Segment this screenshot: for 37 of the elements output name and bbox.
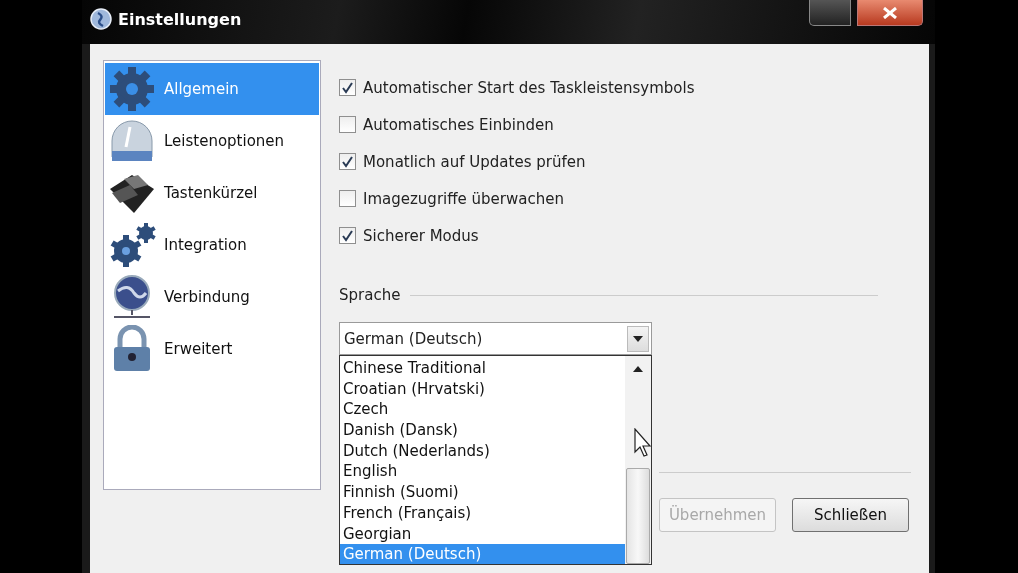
- gear-icon: [108, 65, 156, 113]
- language-option[interactable]: Danish (Dansk): [340, 420, 625, 441]
- close-icon: [882, 6, 898, 19]
- category-item[interactable]: Verbindung: [105, 271, 319, 323]
- checkbox[interactable]: [339, 153, 356, 170]
- checkbox[interactable]: [339, 190, 356, 207]
- option-checkbox[interactable]: Monatlich auf Updates prüfen: [339, 143, 915, 180]
- language-option[interactable]: French (Français): [340, 502, 625, 524]
- app-icon: [90, 8, 112, 30]
- scroll-up-arrow-icon[interactable]: [633, 366, 643, 372]
- option-checkbox[interactable]: Imagezugriffe überwachen: [339, 180, 915, 217]
- category-item[interactable]: Erweitert: [105, 323, 319, 375]
- dialog-button[interactable]: Schließen: [792, 498, 909, 532]
- language-dropdown[interactable]: German (Deutsch): [339, 322, 652, 355]
- checkbox[interactable]: [339, 79, 356, 96]
- gears-icon: [108, 221, 156, 269]
- category-item[interactable]: Leistenoptionen: [105, 115, 319, 167]
- language-option[interactable]: Finnish (Suomi): [340, 482, 625, 503]
- option-checkbox[interactable]: Sicherer Modus: [339, 217, 915, 254]
- group-label: Sprache: [339, 286, 401, 304]
- option-checkbox[interactable]: Automatischer Start des Taskleistensymbols: [339, 69, 915, 106]
- checkbox[interactable]: [339, 227, 356, 244]
- scrollbar-thumb[interactable]: [626, 468, 650, 564]
- language-option[interactable]: English: [340, 461, 625, 483]
- window-title: Einstellungen: [118, 9, 242, 29]
- scrollbar[interactable]: [625, 356, 651, 564]
- minimize-button[interactable]: [809, 0, 851, 26]
- category-item[interactable]: Integration: [105, 219, 319, 271]
- language-option[interactable]: Czech: [340, 399, 625, 421]
- category-item[interactable]: Tastenkürzel: [105, 167, 319, 219]
- language-option[interactable]: Chinese Traditional: [340, 358, 625, 379]
- language-option[interactable]: Croatian (Hrvatski): [340, 378, 625, 400]
- language-option[interactable]: Dutch (Nederlands): [340, 440, 625, 462]
- option-checkbox[interactable]: Automatisches Einbinden: [339, 106, 915, 143]
- language-option[interactable]: Georgian: [340, 523, 625, 545]
- checkbox[interactable]: [339, 116, 356, 133]
- close-button[interactable]: [857, 0, 923, 26]
